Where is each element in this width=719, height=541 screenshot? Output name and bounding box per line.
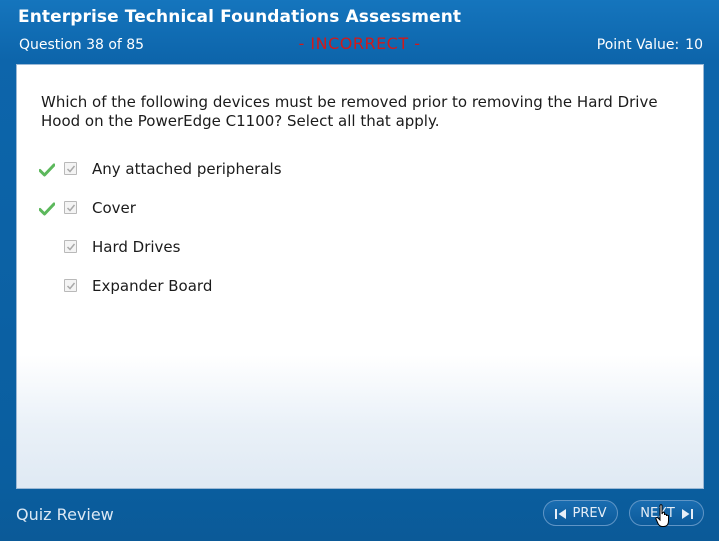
answer-option-label: Cover (92, 199, 136, 217)
answer-option-label: Expander Board (92, 277, 213, 295)
quiz-title: Enterprise Technical Foundations Assessm… (18, 7, 462, 27)
answer-option-label: Any attached peripherals (92, 160, 282, 178)
question-text: Which of the following devices must be r… (41, 93, 658, 130)
correct-check-icon (38, 201, 56, 216)
next-icon (681, 508, 693, 519)
point-value-label: Point Value: (596, 37, 680, 53)
answer-option-label: Hard Drives (92, 238, 181, 256)
next-button[interactable]: NEXT (629, 500, 704, 526)
correct-check-icon (38, 162, 56, 177)
quiz-window: Enterprise Technical Foundations Assessm… (0, 0, 719, 541)
answer-checkbox[interactable] (64, 162, 77, 175)
answer-checkbox[interactable] (64, 240, 77, 253)
prev-button-label: PREV (572, 505, 607, 521)
answer-checkbox[interactable] (64, 201, 77, 214)
next-button-label: NEXT (640, 505, 675, 521)
answer-checkbox[interactable] (64, 279, 77, 292)
prev-icon (554, 508, 567, 519)
prev-button[interactable]: PREV (543, 500, 618, 526)
quiz-review-label: Quiz Review (16, 505, 114, 524)
point-value: Point Value: 10 (597, 37, 703, 53)
answer-option[interactable]: Hard Drives (17, 237, 617, 259)
question-panel: Which of the following devices must be r… (16, 64, 704, 489)
answer-option[interactable]: Any attached peripherals (17, 159, 617, 181)
point-value-number: 10 (685, 37, 703, 53)
answer-option[interactable]: Cover (17, 198, 617, 220)
answer-option[interactable]: Expander Board (17, 276, 617, 298)
